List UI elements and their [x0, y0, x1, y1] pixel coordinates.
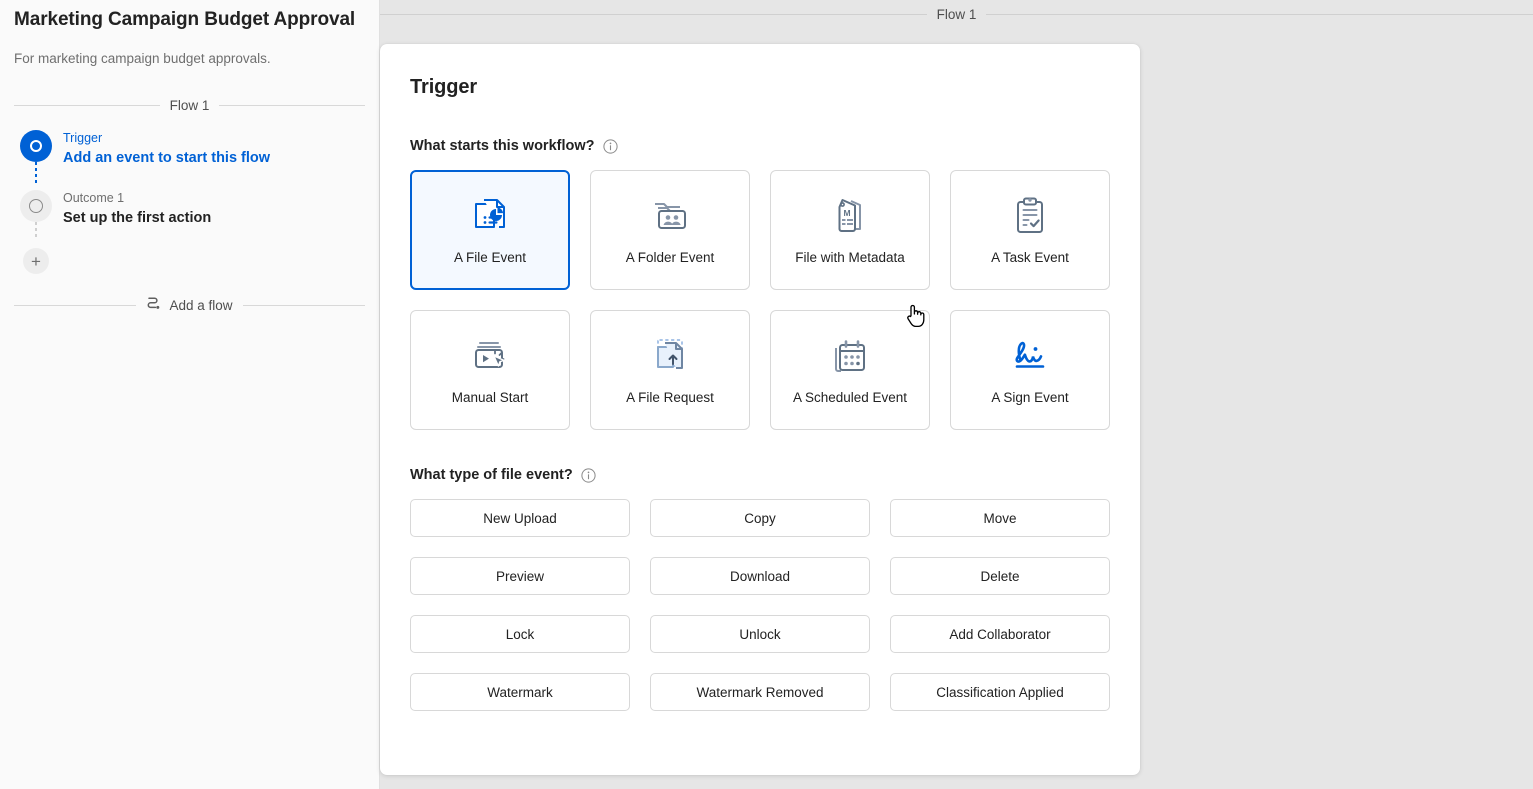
connector-dash: [35, 234, 37, 237]
event-card-label: Manual Start: [451, 389, 529, 405]
file-event-type-copy[interactable]: Copy: [650, 499, 870, 537]
add-flow-label: Add a flow: [169, 298, 233, 313]
add-flow-line-right: [242, 305, 366, 306]
outcome-node-marker-column: [14, 190, 58, 237]
file-event-type-move[interactable]: Move: [890, 499, 1110, 537]
divider-line-left: [14, 105, 160, 106]
add-step-button[interactable]: +: [23, 248, 49, 274]
add-flow-button[interactable]: Add a flow: [146, 296, 233, 315]
connector-dash: [35, 228, 37, 231]
folder-people-icon: [651, 195, 689, 237]
outcome-node-text: Outcome 1 Set up the first action: [58, 190, 211, 228]
connector-trigger-to-outcome: [35, 162, 37, 192]
flow-node-add-step-row: +: [14, 248, 365, 274]
canvas-divider-right: [986, 13, 1533, 15]
trigger-node-marker-column: [14, 130, 58, 183]
connector-dash: [35, 222, 37, 225]
sidebar-flow-label: Flow 1: [169, 98, 210, 113]
trigger-node-circle[interactable]: [20, 130, 52, 162]
file-event-type-classification-applied[interactable]: Classification Applied: [890, 673, 1110, 711]
file-upload-icon: [652, 335, 688, 377]
sidebar-flow-divider: Flow 1: [14, 98, 366, 113]
trigger-node-text: Trigger Add an event to start this flow: [58, 130, 270, 168]
canvas-flow-header: Flow 1: [380, 0, 1533, 28]
flow-node-list: Trigger Add an event to start this flow: [14, 130, 365, 274]
trigger-node-kicker: Trigger: [63, 131, 103, 145]
plus-icon: +: [31, 251, 41, 271]
flow-node-outcome-1[interactable]: Outcome 1 Set up the first action: [14, 190, 365, 240]
connector-dash: [35, 162, 37, 165]
add-flow-row: Add a flow: [14, 296, 366, 315]
event-card-a-task-event[interactable]: A Task Event: [950, 170, 1110, 290]
connector-dash: [35, 168, 37, 171]
outcome-node-kicker: Outcome 1: [63, 191, 125, 205]
question-what-type-of-file-event: What type of file event?: [410, 467, 1110, 483]
event-card-a-scheduled-event[interactable]: A Scheduled Event: [770, 310, 930, 430]
file-event-type-watermark[interactable]: Watermark: [410, 673, 630, 711]
event-card-label: A File Event: [453, 249, 527, 265]
file-event-type-lock[interactable]: Lock: [410, 615, 630, 653]
file-event-type-watermark-removed[interactable]: Watermark Removed: [650, 673, 870, 711]
file-event-type-download[interactable]: Download: [650, 557, 870, 595]
file-event-type-unlock[interactable]: Unlock: [650, 615, 870, 653]
info-circle-icon[interactable]: [581, 467, 596, 483]
divider-line-right: [219, 105, 366, 106]
question-2-label: What type of file event?: [410, 467, 573, 483]
file-event-type-grid: New Upload Copy Move Preview Download De…: [410, 499, 1110, 711]
metadata-tag-icon: M: [832, 195, 868, 237]
manual-click-icon: [471, 335, 509, 377]
panel-title: Trigger: [410, 76, 478, 98]
info-circle-icon[interactable]: [602, 138, 618, 154]
flow-node-trigger[interactable]: Trigger Add an event to start this flow: [14, 130, 365, 183]
outcome-node-title[interactable]: Set up the first action: [63, 208, 211, 228]
trigger-config-panel: Trigger What starts this workflow? A Fil…: [380, 44, 1140, 775]
trigger-node-inner-ring: [30, 140, 42, 152]
file-event-type-new-upload[interactable]: New Upload: [410, 499, 630, 537]
event-card-label: A Sign Event: [991, 389, 1069, 405]
event-card-a-file-event[interactable]: A File Event: [410, 170, 570, 290]
question-what-starts-workflow: What starts this workflow?: [410, 138, 1110, 154]
file-event-type-preview[interactable]: Preview: [410, 557, 630, 595]
page-title: Marketing Campaign Budget Approval: [14, 9, 356, 30]
clipboard-check-icon: [1014, 195, 1046, 237]
event-card-label: A Scheduled Event: [792, 389, 908, 405]
workflow-description: For marketing campaign budget approvals.: [14, 51, 271, 66]
add-step-marker-column: +: [14, 248, 58, 274]
file-chart-icon: [473, 195, 507, 237]
event-card-a-file-request[interactable]: A File Request: [590, 310, 750, 430]
outcome-node-inner-ring: [29, 199, 43, 213]
trigger-event-grid: A File Event A Folder Event M File with …: [410, 170, 1110, 430]
event-card-label: A File Request: [626, 389, 714, 405]
event-card-manual-start[interactable]: Manual Start: [410, 310, 570, 430]
connector-dash: [35, 174, 37, 177]
canvas-divider-left: [380, 13, 927, 15]
signature-icon: [1008, 335, 1052, 377]
question-1-label: What starts this workflow?: [410, 138, 595, 154]
connector-dash: [35, 180, 37, 183]
file-event-type-add-collaborator[interactable]: Add Collaborator: [890, 615, 1110, 653]
file-event-type-delete[interactable]: Delete: [890, 557, 1110, 595]
trigger-node-title[interactable]: Add an event to start this flow: [63, 148, 270, 168]
add-flow-line-left: [14, 305, 137, 306]
svg-text:M: M: [843, 208, 850, 218]
flow-branch-icon: [146, 296, 162, 315]
event-card-label: File with Metadata: [795, 249, 905, 265]
event-card-label: A Folder Event: [625, 249, 715, 265]
event-card-a-sign-event[interactable]: A Sign Event: [950, 310, 1110, 430]
outcome-node-circle[interactable]: [20, 190, 52, 222]
workflow-sidebar: Marketing Campaign Budget Approval For m…: [0, 0, 380, 789]
workflow-builder-app: Marketing Campaign Budget Approval For m…: [0, 0, 1533, 789]
calendar-icon: [832, 335, 868, 377]
connector-outcome-to-add: [35, 222, 37, 248]
canvas-flow-label: Flow 1: [936, 6, 977, 22]
event-card-file-with-metadata[interactable]: M File with Metadata: [770, 170, 930, 290]
event-card-a-folder-event[interactable]: A Folder Event: [590, 170, 750, 290]
event-card-label: A Task Event: [991, 249, 1069, 265]
